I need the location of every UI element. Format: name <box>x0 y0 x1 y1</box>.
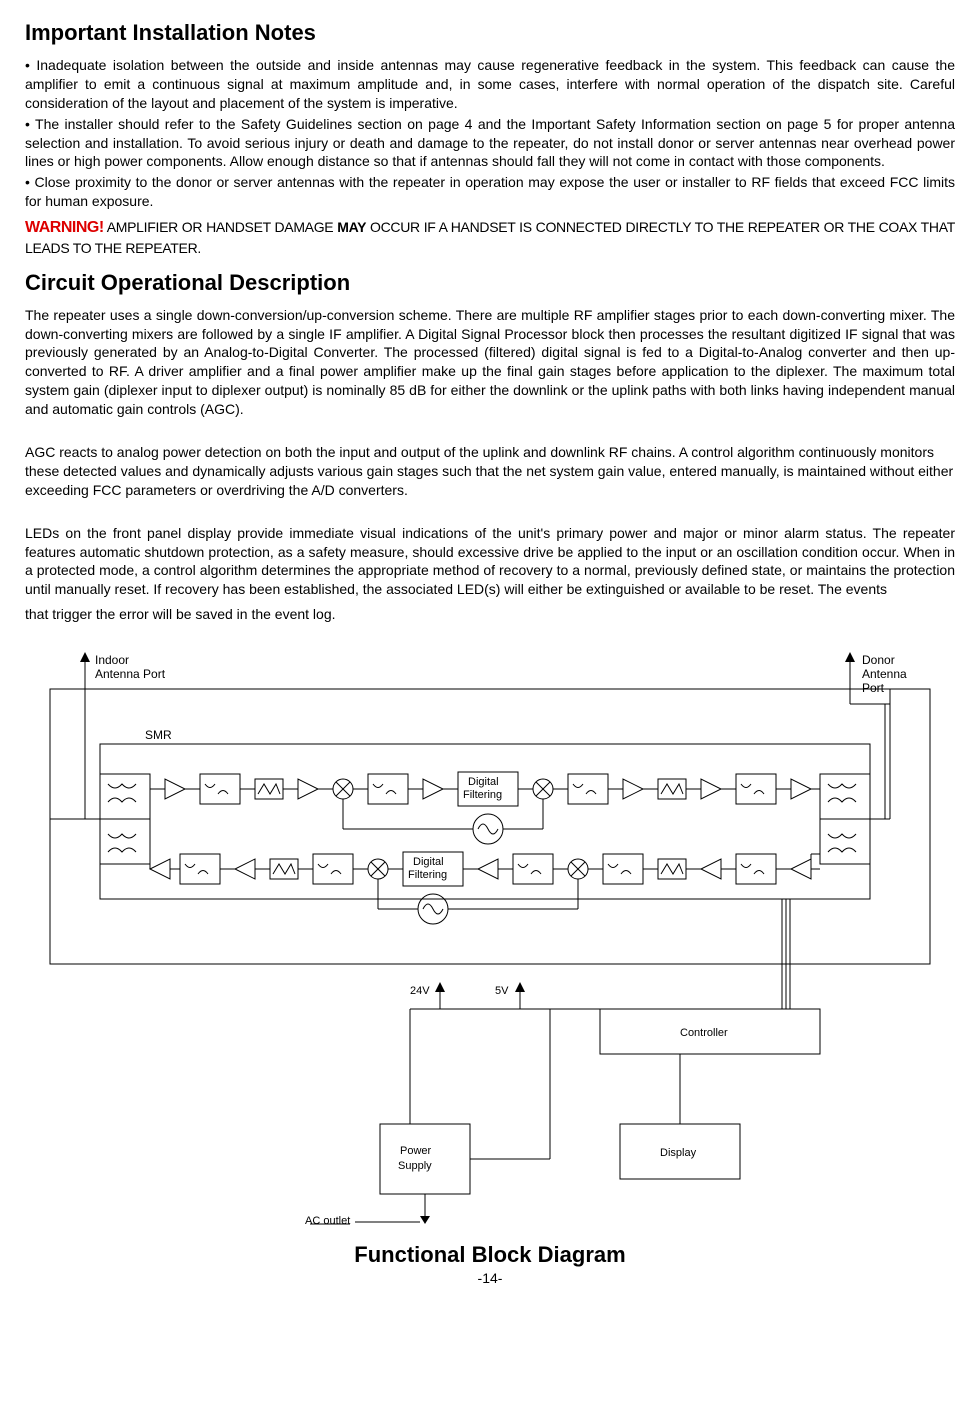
bullet-item-2: • The installer should refer to the Safe… <box>25 115 955 172</box>
diagram-title: Functional Block Diagram <box>25 1242 955 1268</box>
paragraph-3: LEDs on the front panel display provide … <box>25 524 955 600</box>
paragraph-3b: that trigger the error will be saved in … <box>25 605 955 624</box>
diagram-digital-filtering-1b: Filtering <box>463 789 502 801</box>
diagram-digital-filtering-2a: Digital <box>413 856 444 868</box>
diagram-smr-label: SMR <box>145 728 172 742</box>
diagram-indoor-label-2: Antenna Port <box>95 667 166 681</box>
diagram-digital-filtering-2b: Filtering <box>408 869 447 881</box>
diagram-display-label: Display <box>660 1147 697 1159</box>
warning-paragraph: WARNING! AMPLIFIER OR HANDSET DAMAGE MAY… <box>25 217 955 257</box>
diagram-donor-label-3: Port <box>862 681 885 695</box>
warning-text-bold: MAY <box>337 219 366 235</box>
bullet-item-1: • Inadequate isolation between the outsi… <box>25 56 955 113</box>
bullet-item-3: • Close proximity to the donor or server… <box>25 173 955 211</box>
diagram-controller-label: Controller <box>680 1027 728 1039</box>
heading-installation-notes: Important Installation Notes <box>25 20 955 46</box>
diagram-digital-filtering-1a: Digital <box>468 776 499 788</box>
diagram-24v-label: 24V <box>410 985 430 997</box>
page-number: -14- <box>25 1270 955 1286</box>
warning-text-1: AMPLIFIER OR HANDSET DAMAGE <box>104 219 338 235</box>
functional-block-diagram: .ln { stroke:#000; stroke-width:1; fill:… <box>30 644 950 1234</box>
paragraph-1: The repeater uses a single down-conversi… <box>25 306 955 419</box>
block-diagram-container: .ln { stroke:#000; stroke-width:1; fill:… <box>25 644 955 1234</box>
diagram-donor-label-2: Antenna <box>862 667 907 681</box>
warning-label: WARNING! <box>25 219 104 236</box>
heading-circuit-description: Circuit Operational Description <box>25 270 955 296</box>
paragraph-2: AGC reacts to analog power detection on … <box>25 443 955 500</box>
diagram-power-label-1: Power <box>400 1145 432 1157</box>
diagram-ac-outlet-label: AC outlet <box>305 1215 350 1227</box>
diagram-donor-label-1: Donor <box>862 653 895 667</box>
diagram-indoor-label-1: Indoor <box>95 653 129 667</box>
diagram-power-label-2: Supply <box>398 1160 432 1172</box>
diagram-5v-label: 5V <box>495 985 509 997</box>
